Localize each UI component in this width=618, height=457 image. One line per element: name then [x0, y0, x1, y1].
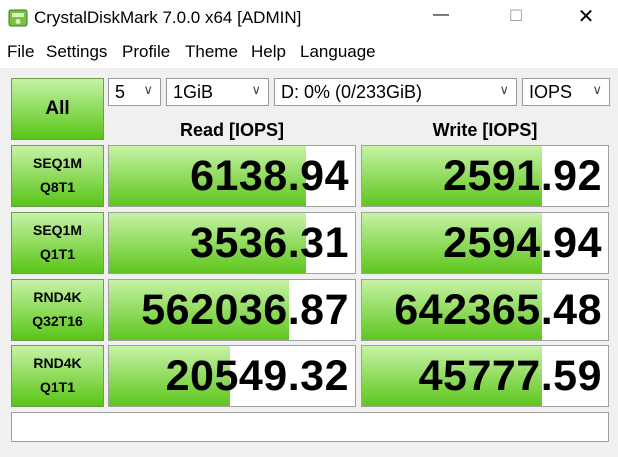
- test-count-select[interactable]: 5 ∨: [108, 78, 161, 106]
- read-result-cell: 6138.94: [108, 145, 356, 207]
- minimize-button[interactable]: —: [421, 6, 461, 32]
- main-panel: All 5 ∨ 1GiB ∨ D: 0% (0/233GiB) ∨ IOPS ∨…: [0, 68, 618, 457]
- test-params: Q32T16: [32, 313, 83, 329]
- menu-bar: File Settings Profile Theme Help Languag…: [0, 38, 618, 66]
- test-name: SEQ1M: [32, 155, 82, 171]
- test-count-value: 5: [115, 82, 126, 102]
- unit-value: IOPS: [529, 82, 573, 102]
- drive-value: D: 0% (0/233GiB): [281, 82, 423, 102]
- write-result-cell: 45777.59: [361, 345, 609, 407]
- write-result-value: 2591.92: [443, 152, 602, 200]
- menu-file[interactable]: File: [7, 42, 34, 62]
- test-name: SEQ1M: [32, 222, 82, 238]
- write-column-header: Write [IOPS]: [432, 120, 538, 140]
- read-result-cell: 20549.32: [108, 345, 356, 407]
- test-size-value: 1GiB: [173, 82, 214, 102]
- test-params: Q1T1: [39, 246, 75, 262]
- test-params: Q8T1: [39, 179, 75, 195]
- menu-theme[interactable]: Theme: [185, 42, 238, 62]
- maximize-button[interactable]: ☐: [496, 6, 536, 32]
- menu-settings[interactable]: Settings: [46, 42, 107, 62]
- chevron-down-icon: ∨: [499, 82, 509, 97]
- window-title: CrystalDiskMark 7.0.0 x64 [ADMIN]: [34, 8, 302, 27]
- menu-language[interactable]: Language: [300, 42, 376, 62]
- write-result-value: 45777.59: [418, 352, 602, 400]
- write-result-cell: 2594.94: [361, 212, 609, 274]
- chevron-down-icon: ∨: [143, 82, 153, 97]
- chevron-down-icon: ∨: [592, 82, 602, 97]
- write-result-value: 642365.48: [394, 286, 602, 334]
- write-result-cell: 642365.48: [361, 279, 609, 341]
- test-rnd4k-q1t1-button[interactable]: RND4K Q1T1: [11, 345, 104, 407]
- chevron-down-icon: ∨: [251, 82, 261, 97]
- test-seq1m-q8t1-button[interactable]: SEQ1M Q8T1: [11, 145, 104, 207]
- comment-field[interactable]: [11, 412, 609, 442]
- test-size-select[interactable]: 1GiB ∨: [166, 78, 269, 106]
- test-params: Q1T1: [39, 379, 75, 395]
- menu-help[interactable]: Help: [251, 42, 286, 62]
- write-result-cell: 2591.92: [361, 145, 609, 207]
- read-column-header: Read [IOPS]: [179, 120, 285, 140]
- run-all-button[interactable]: All: [11, 78, 104, 140]
- write-result-value: 2594.94: [443, 219, 602, 267]
- menu-profile[interactable]: Profile: [122, 42, 170, 62]
- drive-select[interactable]: D: 0% (0/233GiB) ∨: [274, 78, 517, 106]
- read-result-cell: 562036.87: [108, 279, 356, 341]
- unit-select[interactable]: IOPS ∨: [522, 78, 610, 106]
- read-result-cell: 3536.31: [108, 212, 356, 274]
- read-result-value: 3536.31: [190, 219, 349, 267]
- test-name: RND4K: [33, 355, 82, 371]
- crystaldiskmark-app-icon: [8, 9, 28, 27]
- close-button[interactable]: ✕: [566, 4, 606, 30]
- test-rnd4k-q32t16-button[interactable]: RND4K Q32T16: [11, 279, 104, 341]
- read-result-value: 6138.94: [190, 152, 349, 200]
- read-result-value: 562036.87: [141, 286, 349, 334]
- test-name: RND4K: [33, 289, 82, 305]
- title-bar: CrystalDiskMark 7.0.0 x64 [ADMIN] — ☐ ✕: [0, 0, 618, 38]
- test-seq1m-q1t1-button[interactable]: SEQ1M Q1T1: [11, 212, 104, 274]
- read-result-value: 20549.32: [165, 352, 349, 400]
